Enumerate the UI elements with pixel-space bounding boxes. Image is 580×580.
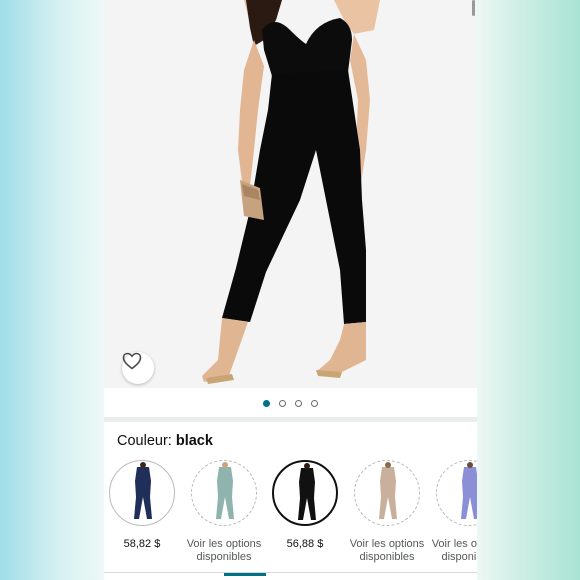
swatch-availability: Voir les options disponibles [428,538,477,564]
section-divider [104,417,477,422]
navy-jumpsuit-thumb [134,462,152,519]
swatch-availability: Voir les options disponibles [183,538,265,564]
sage-jumpsuit-thumb [216,462,234,519]
page-dot-4[interactable] [311,399,318,407]
page-dot-1[interactable] [263,399,270,407]
selected-color: black [175,433,213,449]
color-selector-title: Couleur: black [117,433,213,449]
availability-text: Voir les options disponibles [186,538,262,563]
availability-text: Voir les options disponibles [349,538,425,563]
product-image[interactable] [104,0,477,388]
screen: Couleur: black 58,82 $ Voir les options … [0,0,580,580]
swatch-image[interactable] [191,460,257,526]
swatch-price: 56,88 $ [286,538,324,550]
black-jumpsuit-thumb [298,463,316,520]
heart-outline-icon [122,352,142,370]
scrollbar[interactable] [472,0,475,16]
swatch-availability: Voir les options disponibles [346,538,428,564]
swatch-image[interactable] [109,460,175,526]
page-dot-3[interactable] [295,399,302,407]
color-swatch-list: 58,82 $ Voir les options disponibles 56,… [104,460,477,580]
lavender-jumpsuit-thumb [461,462,477,519]
beige-jumpsuit-thumb [379,462,397,519]
swatch-image[interactable] [354,460,420,526]
swatch-lavender[interactable]: Voir les options disponibles [428,460,477,564]
swatch-sage[interactable]: Voir les options disponibles [183,460,265,564]
wishlist-button[interactable] [122,352,154,384]
swatch-image[interactable] [436,460,477,526]
bottom-bar [104,572,477,580]
swatch-black[interactable]: 56,88 $ [264,460,346,550]
bottom-accent [224,573,266,576]
color-label: Couleur: [117,433,176,449]
jumpsuit-photo [202,0,380,384]
product-page: Couleur: black 58,82 $ Voir les options … [104,0,477,580]
availability-text: Voir les options disponibles [431,538,477,563]
swatch-price: 58,82 $ [123,538,161,550]
swatch-image[interactable] [272,460,338,526]
swatch-beige[interactable]: Voir les options disponibles [346,460,428,564]
swatch-navy[interactable]: 58,82 $ [104,460,183,550]
image-pagination [104,396,477,410]
page-dot-2[interactable] [279,399,286,407]
